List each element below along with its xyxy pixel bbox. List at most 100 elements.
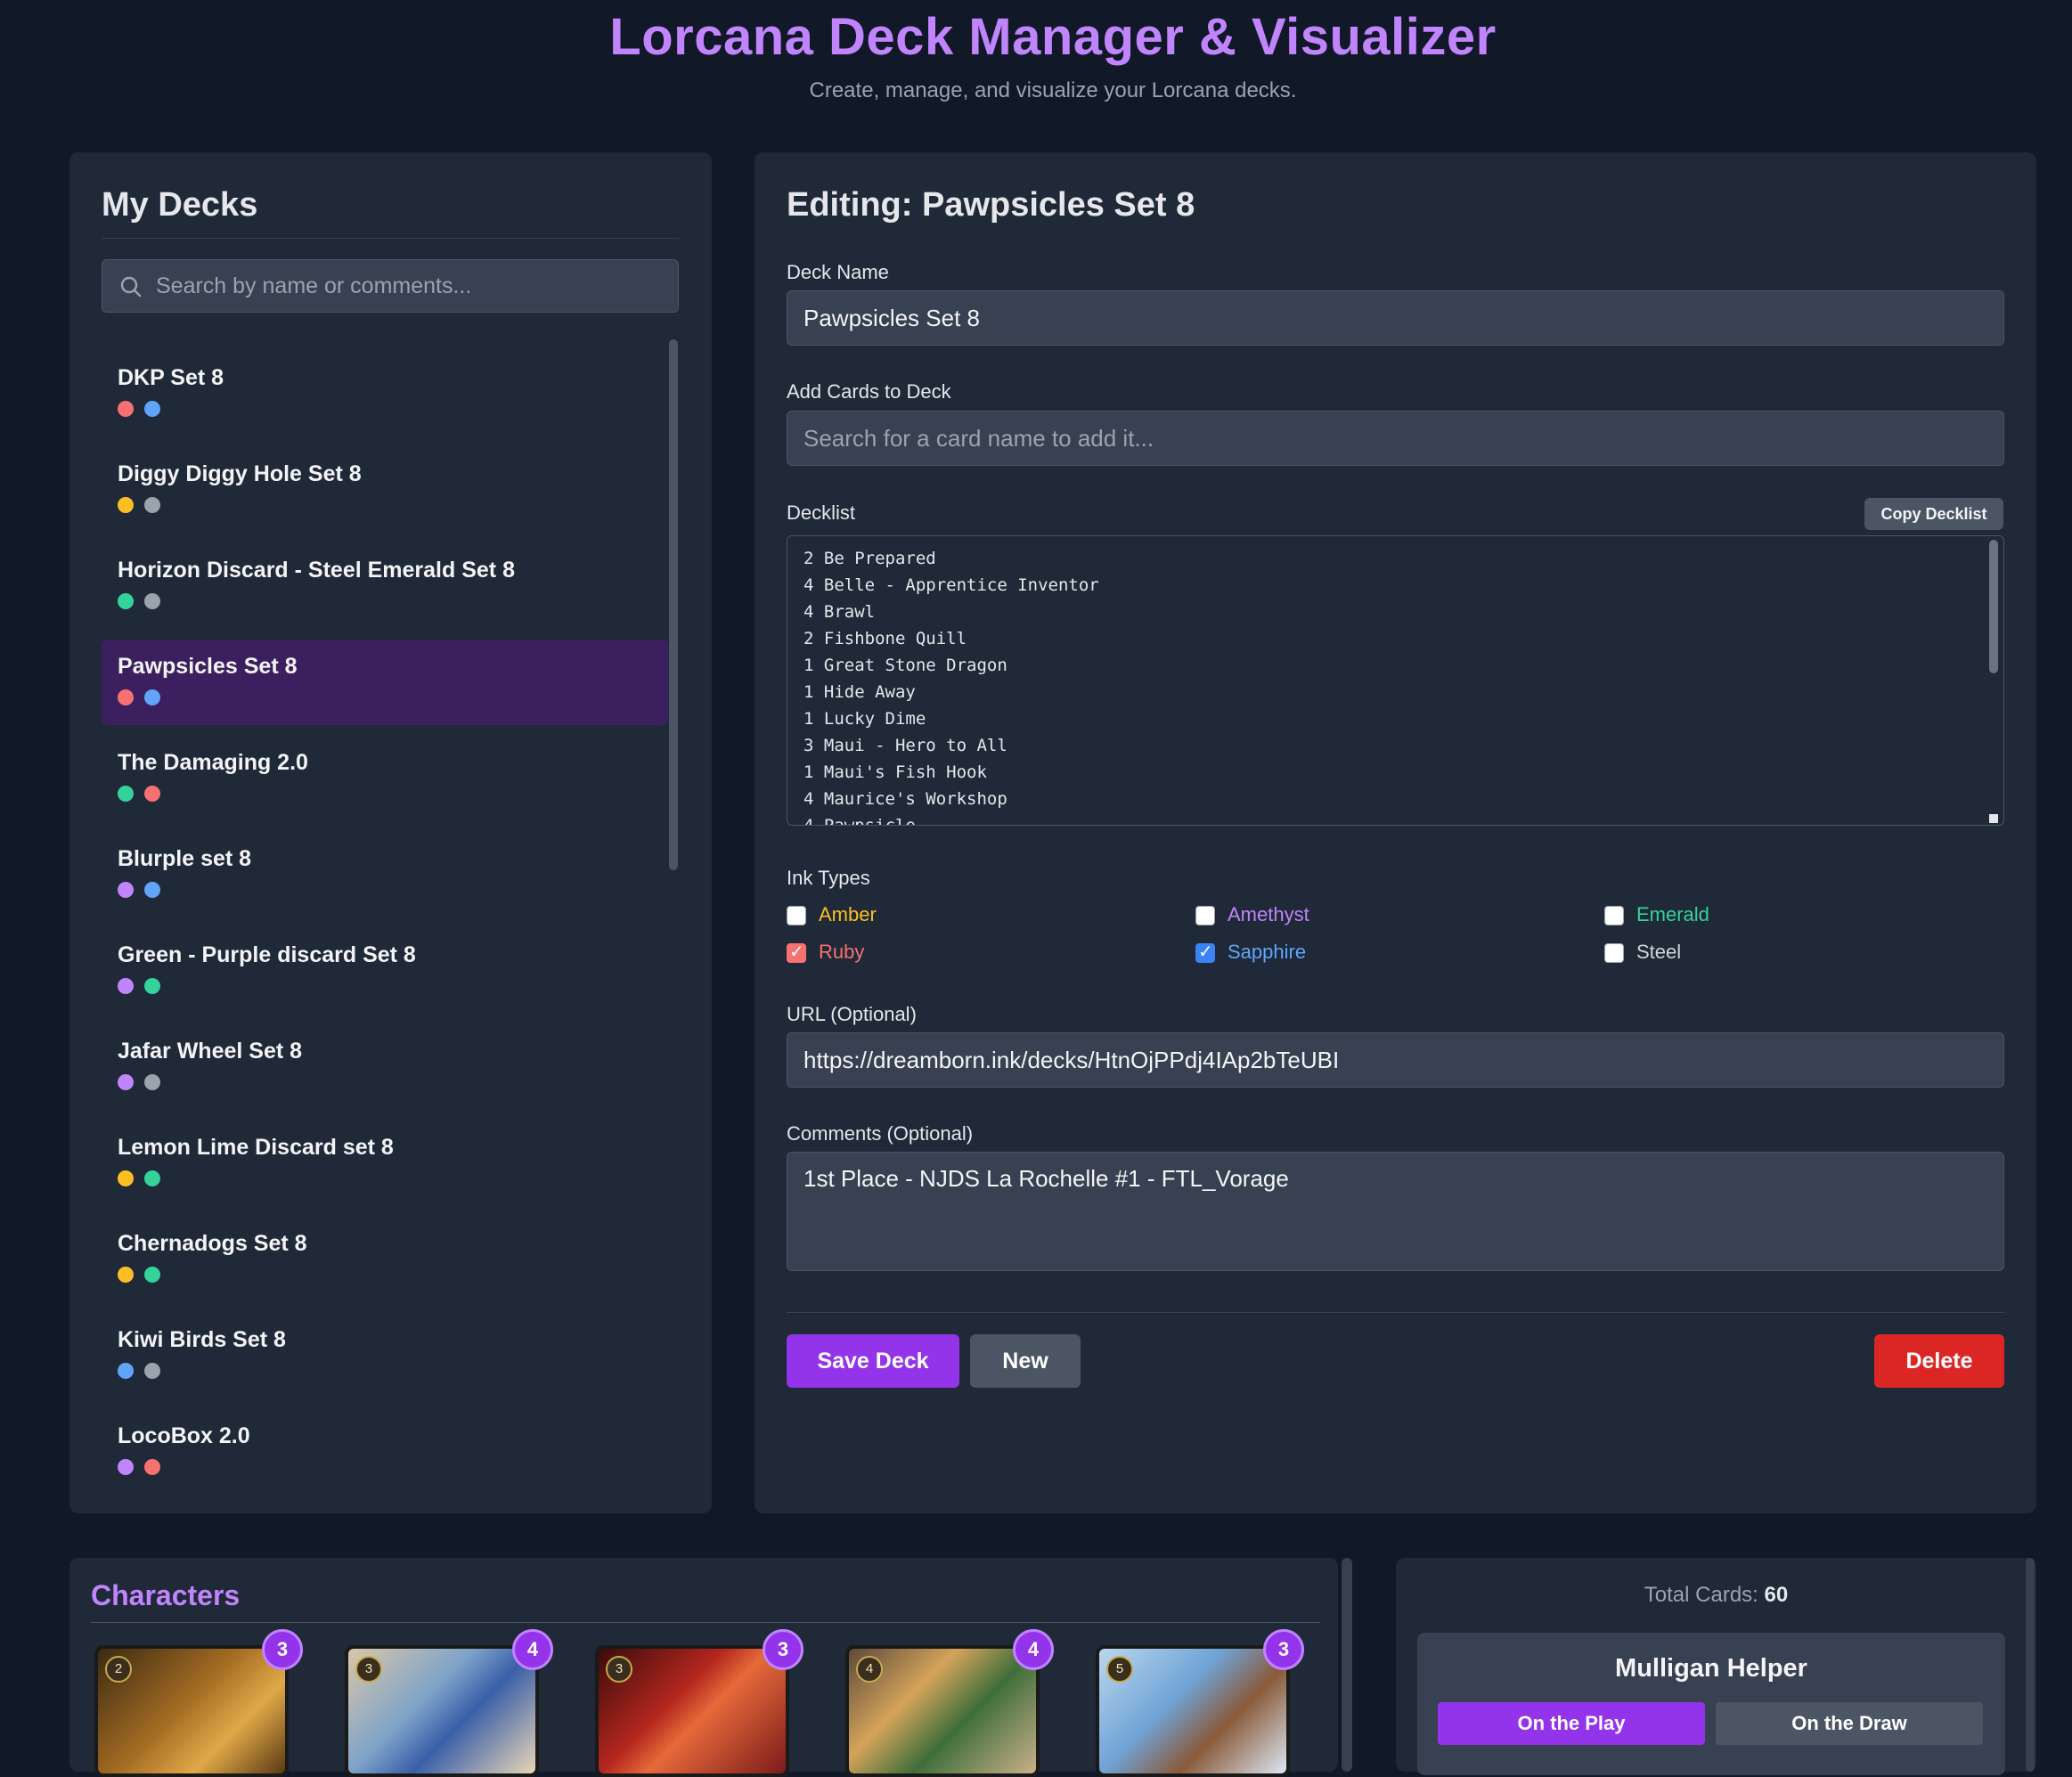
save-deck-button[interactable]: Save Deck (787, 1334, 959, 1388)
ruby-label[interactable]: Ruby (819, 941, 864, 964)
deck-list-item[interactable]: Pawpsicles Set 8 (102, 640, 668, 725)
on-the-play-button[interactable]: On the Play (1438, 1702, 1705, 1745)
add-cards-input[interactable]: Search for a card name to add it... (787, 411, 2004, 466)
amber-label[interactable]: Amber (819, 903, 877, 926)
ruby-ink-dot (144, 1459, 160, 1475)
stats-scrollbar[interactable] (2026, 1558, 2035, 1772)
deck-name: Horizon Discard - Steel Emerald Set 8 (118, 558, 515, 583)
url-input[interactable]: https://dreamborn.ink/decks/HtnOjPPdj4IA… (787, 1032, 2004, 1088)
decklist-line: 4 Belle - Apprentice Inventor (804, 575, 1099, 595)
decklist-line: 4 Brawl (804, 602, 876, 622)
resize-handle-icon[interactable] (1989, 814, 1998, 823)
decklist-line: 1 Hide Away (804, 682, 916, 702)
search-placeholder: Search by name or comments... (156, 273, 472, 298)
decklist-line: 4 Maurice's Workshop (804, 789, 1007, 809)
deck-list-item[interactable]: LocoBox 2.0 (102, 1409, 668, 1495)
total-cards-label: Total Cards: (1644, 1583, 1758, 1607)
emerald-checkbox[interactable] (1604, 906, 1624, 925)
character-card[interactable]: 3 (345, 1645, 539, 1777)
amber-ink-dot (118, 1170, 134, 1186)
ruby-ink-dot (144, 786, 160, 802)
comments-label: Comments (Optional) (787, 1122, 974, 1145)
editor-heading: Editing: Pawpsicles Set 8 (787, 186, 1195, 224)
decklist-line: 2 Fishbone Quill (804, 629, 967, 648)
amethyst-ink-dot (118, 978, 134, 994)
steel-ink-dot (144, 497, 160, 513)
decklist-line: 1 Great Stone Dragon (804, 656, 1007, 675)
decklist-line: 2 Be Prepared (804, 549, 936, 568)
amber-ink-dot (118, 1267, 134, 1283)
deck-name: DKP Set 8 (118, 365, 224, 390)
delete-deck-button[interactable]: Delete (1874, 1334, 2004, 1388)
deck-list-item[interactable]: Green - Purple discard Set 8 (102, 928, 668, 1014)
deck-name: Chernadogs Set 8 (118, 1231, 307, 1256)
deck-list-scrollbar[interactable] (669, 339, 678, 870)
character-card[interactable]: 5 (1096, 1645, 1290, 1777)
decklist-line: 4 Pawpsicle (804, 816, 916, 826)
check-icon: ✓ (1198, 942, 1213, 962)
deck-list-item[interactable]: Jafar Wheel Set 8 (102, 1024, 668, 1110)
steel-checkbox[interactable] (1604, 943, 1624, 963)
card-quantity-badge: 4 (512, 1629, 553, 1670)
deck-list-item[interactable]: Horizon Discard - Steel Emerald Set 8 (102, 543, 668, 629)
url-value: https://dreamborn.ink/decks/HtnOjPPdj4IA… (804, 1047, 1340, 1073)
characters-scrollbar[interactable] (1342, 1558, 1352, 1772)
amethyst-ink-dot (118, 1459, 134, 1475)
url-label: URL (Optional) (787, 1003, 917, 1025)
sapphire-checkbox[interactable]: ✓ (1195, 942, 1215, 963)
ink-cost-icon: 3 (606, 1656, 632, 1683)
add-cards-placeholder: Search for a card name to add it... (804, 425, 1154, 452)
decklist-label: Decklist (787, 501, 856, 524)
deck-list-item[interactable]: The Damaging 2.0 (102, 736, 668, 821)
amethyst-ink-dot (118, 882, 134, 898)
deck-list-item[interactable]: Lemon Lime Discard set 8 (102, 1121, 668, 1206)
steel-label[interactable]: Steel (1636, 941, 1681, 964)
copy-decklist-button[interactable]: Copy Decklist (1864, 498, 2003, 530)
comments-textarea[interactable]: 1st Place - NJDS La Rochelle #1 - FTL_Vo… (787, 1152, 2004, 1271)
check-icon: ✓ (789, 942, 804, 962)
steel-ink-dot (144, 1074, 160, 1090)
character-card[interactable]: 4 (845, 1645, 1040, 1777)
add-cards-label: Add Cards to Deck (787, 380, 951, 403)
deck-list-item[interactable]: DKP Set 8 (102, 351, 668, 436)
deck-name-input[interactable]: Pawpsicles Set 8 (787, 290, 2004, 346)
ink-cost-icon: 2 (105, 1656, 132, 1683)
emerald-ink-dot (144, 978, 160, 994)
heading-divider (102, 238, 679, 239)
page-title: Lorcana Deck Manager & Visualizer (609, 8, 1497, 66)
decklist-textarea[interactable]: 2 Be Prepared 4 Belle - Apprentice Invent… (787, 535, 2004, 826)
sapphire-label[interactable]: Sapphire (1228, 941, 1306, 964)
decklist-line: 1 Maui's Fish Hook (804, 762, 987, 782)
amber-checkbox[interactable] (787, 906, 806, 925)
comments-value: 1st Place - NJDS La Rochelle #1 - FTL_Vo… (804, 1165, 1289, 1192)
character-card[interactable]: 3 (595, 1645, 789, 1777)
sapphire-ink-dot (144, 401, 160, 417)
ink-cost-icon: 3 (355, 1656, 382, 1683)
deck-list-item[interactable]: Diggy Diggy Hole Set 8 (102, 447, 668, 533)
steel-ink-dot (144, 593, 160, 609)
deck-list-item[interactable]: Chernadogs Set 8 (102, 1217, 668, 1302)
deck-name-label: Deck Name (787, 261, 889, 283)
deck-name-value: Pawpsicles Set 8 (804, 305, 980, 331)
characters-divider (91, 1622, 1320, 1623)
mulligan-title: Mulligan Helper (1615, 1654, 1807, 1683)
deck-search-input[interactable]: Search by name or comments... (102, 259, 679, 313)
deck-name: Kiwi Birds Set 8 (118, 1327, 286, 1352)
amethyst-checkbox[interactable] (1195, 906, 1215, 925)
card-quantity-badge: 4 (1013, 1629, 1054, 1670)
amethyst-label[interactable]: Amethyst (1228, 903, 1309, 926)
ruby-ink-dot (118, 689, 134, 705)
search-icon (118, 274, 143, 304)
deck-name: Green - Purple discard Set 8 (118, 942, 416, 967)
new-deck-button[interactable]: New (970, 1334, 1081, 1388)
my-decks-panel: My Decks Search by name or comments... D… (69, 152, 712, 1513)
ruby-checkbox[interactable]: ✓ (787, 942, 806, 963)
deck-list-item[interactable]: Blurple set 8 (102, 832, 668, 917)
decklist-scrollbar[interactable] (1989, 540, 1998, 673)
emerald-label[interactable]: Emerald (1636, 903, 1709, 926)
ruby-ink-dot (118, 401, 134, 417)
on-the-draw-button[interactable]: On the Draw (1716, 1702, 1983, 1745)
total-cards-value: 60 (1764, 1583, 1789, 1607)
deck-list-item[interactable]: Kiwi Birds Set 8 (102, 1313, 668, 1398)
character-card[interactable]: 2 (94, 1645, 289, 1777)
